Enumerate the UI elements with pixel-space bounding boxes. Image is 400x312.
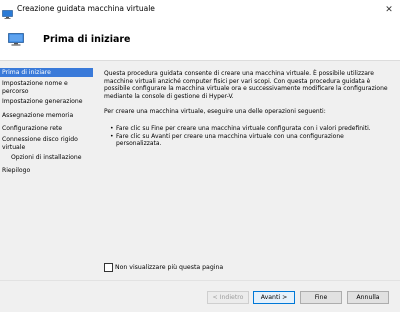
skip-page-label[interactable]: Non visualizzare più questa pagina [115,263,223,272]
close-icon[interactable]: ✕ [382,3,396,17]
title-bar: Creazione guidata macchina virtuale ✕ [0,0,400,20]
sidebar-item-nome-percorso[interactable]: Impostazione nome e percorso [0,80,93,96]
page-title: Prima di iniziare [43,34,131,45]
cancel-button[interactable]: Annulla [347,291,389,304]
instructions-paragraph: Per creare una macchina virtuale, esegui… [104,108,326,115]
skip-page-checkbox[interactable] [104,263,113,272]
monitor-icon [8,31,24,46]
wizard-window: Creazione guidata macchina virtuale ✕ Pr… [0,0,400,312]
back-button[interactable]: < Indietro [207,291,249,304]
finish-button[interactable]: Fine [300,291,342,304]
sidebar-item-memoria[interactable]: Assegnazione memoria [0,112,93,120]
sidebar-item-opzioni-installazione[interactable]: Opzioni di installazione [0,154,93,162]
list-item: Fare clic su Fine per creare una macchin… [110,125,390,133]
options-list: Fare clic su Fine per creare una macchin… [110,125,390,148]
sidebar-item-riepilogo[interactable]: Riepilogo [0,167,93,175]
wizard-header: Prima di iniziare [0,20,400,61]
sidebar-item-prima-di-iniziare[interactable]: Prima di iniziare [0,68,93,77]
sidebar-item-rete[interactable]: Configurazione rete [0,125,93,133]
sidebar-item-generazione[interactable]: Impostazione generazione [0,98,93,106]
intro-paragraph: Questa procedura guidata consente di cre… [104,70,388,100]
footer-divider [0,280,400,281]
list-item: Fare clic su Avanti per creare una macch… [110,133,390,148]
monitor-icon [2,4,13,19]
window-title: Creazione guidata macchina virtuale [17,4,155,13]
wizard-steps-sidebar: Prima di iniziare Impostazione nome e pe… [0,66,93,286]
next-button[interactable]: Avanti > [253,291,295,304]
sidebar-item-disco-rigido[interactable]: Connessione disco rigido virtuale [0,136,93,152]
